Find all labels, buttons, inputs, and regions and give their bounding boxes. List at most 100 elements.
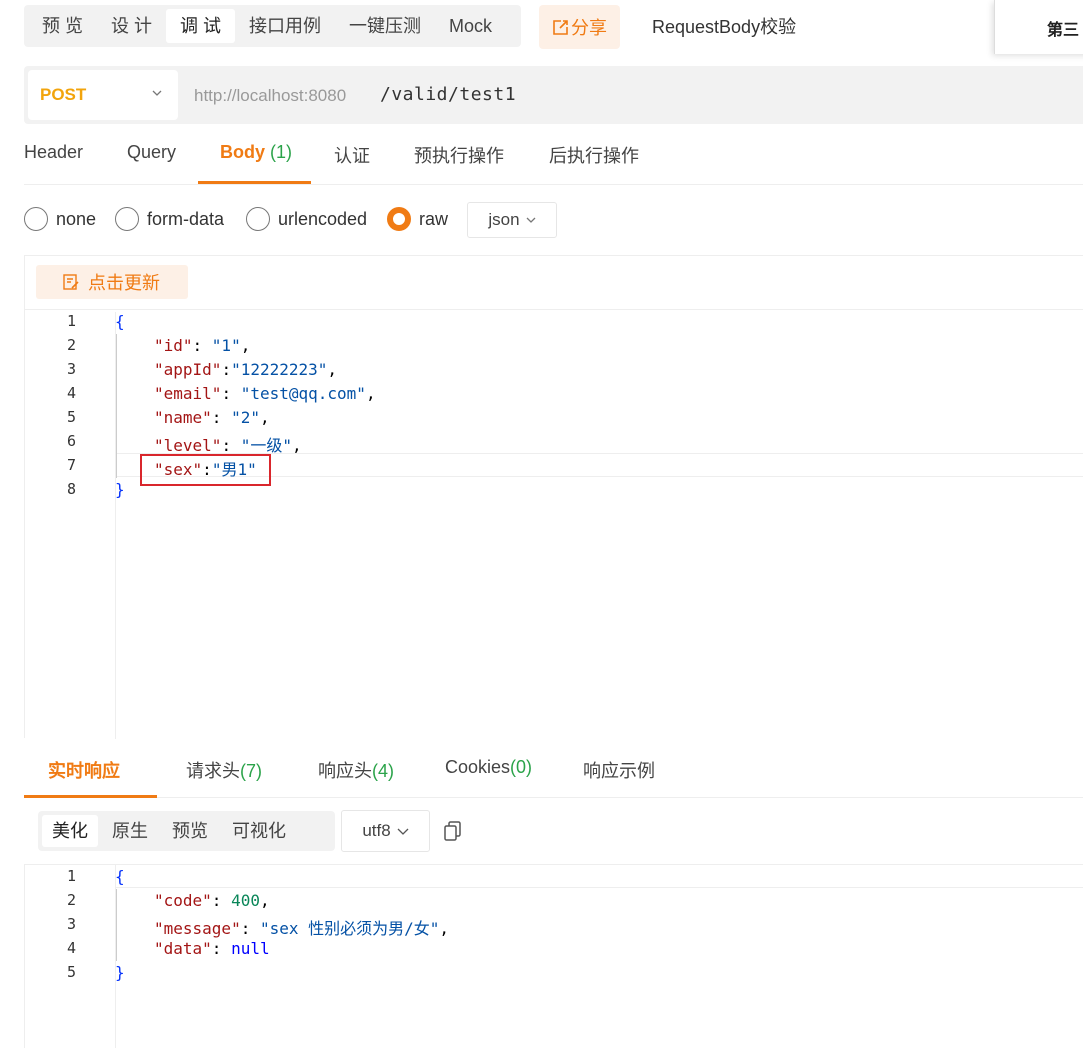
line-number: 1 xyxy=(66,312,76,330)
tab-query[interactable]: Query xyxy=(127,142,176,163)
update-button[interactable]: 点击更新 xyxy=(36,265,188,299)
line-number: 8 xyxy=(66,480,76,498)
tab-count: (7) xyxy=(240,761,262,781)
radio-label: form-data xyxy=(147,208,225,229)
edit-document-icon xyxy=(63,274,79,290)
tab-design[interactable]: 设 计 xyxy=(97,9,166,43)
code-line: "message": "sex 性别必须为男/女", xyxy=(154,919,450,938)
tab-raw[interactable]: 原生 xyxy=(102,815,158,847)
radio-circle xyxy=(115,207,139,231)
tab-label: Cookies xyxy=(445,757,511,777)
method-select[interactable]: POST xyxy=(28,70,178,120)
request-name-field[interactable]: RequestBody校验 xyxy=(638,5,998,49)
radio-form-data[interactable]: form-data xyxy=(115,207,224,231)
top-bar: 预 览 设 计 调 试 接口用例 一键压测 Mock 分享 RequestBod… xyxy=(0,0,1083,58)
request-tabs: Header Query Body (1) 认证 预执行操作 后执行操作 xyxy=(24,130,1083,185)
tab-cookies[interactable]: Cookies(0) xyxy=(445,757,532,778)
tab-mock[interactable]: Mock xyxy=(435,9,506,43)
tab-visualize[interactable]: 可视化 xyxy=(222,815,296,847)
tab-label: 请求头 xyxy=(186,761,240,781)
editor-divider xyxy=(25,309,1083,310)
tab-pretty[interactable]: 美化 xyxy=(42,815,98,847)
radio-none[interactable]: none xyxy=(24,207,96,231)
tab-request-headers[interactable]: 请求头(7) xyxy=(186,757,262,783)
line-number: 3 xyxy=(66,915,76,933)
radio-circle xyxy=(24,207,48,231)
chevron-down-icon xyxy=(526,217,536,223)
line-number: 6 xyxy=(66,432,76,450)
chevron-down-icon xyxy=(152,90,162,96)
tab-auth[interactable]: 认证 xyxy=(334,142,370,168)
radio-label: raw xyxy=(419,208,449,229)
tab-body-label: Body xyxy=(220,142,265,162)
tab-pre-script[interactable]: 预执行操作 xyxy=(414,142,504,168)
code-line: "name": "2", xyxy=(154,408,270,427)
active-tab-indicator xyxy=(24,795,157,798)
tab-body[interactable]: Body (1) xyxy=(220,142,292,163)
tab-header[interactable]: Header xyxy=(24,142,83,163)
code-line: "id": "1", xyxy=(154,336,251,355)
format-label: json xyxy=(488,210,520,229)
radio-circle-selected xyxy=(387,207,411,231)
code-line: { xyxy=(115,867,125,886)
tab-test-cases[interactable]: 接口用例 xyxy=(235,9,335,43)
code-line: "code": 400, xyxy=(154,891,270,910)
request-body-editor[interactable]: 点击更新 xyxy=(24,255,1083,739)
code-line: "email": "test@qq.com", xyxy=(154,384,376,403)
indent-guide xyxy=(116,334,117,478)
line-number: 1 xyxy=(66,867,76,885)
floating-panel-title: 第三 xyxy=(1047,22,1080,39)
indent-guide xyxy=(116,889,117,961)
line-number: 4 xyxy=(66,384,76,402)
radio-label: urlencoded xyxy=(278,208,368,229)
code-line: "data": null xyxy=(154,939,270,958)
format-select[interactable]: json xyxy=(467,202,557,238)
radio-urlencoded[interactable]: urlencoded xyxy=(246,207,367,231)
tab-label: 响应头 xyxy=(318,761,372,781)
tab-post-script[interactable]: 后执行操作 xyxy=(549,142,639,168)
current-line-highlight xyxy=(116,864,1083,888)
tab-live-response[interactable]: 实时响应 xyxy=(48,757,120,783)
response-tabs: 实时响应 请求头(7) 响应头(4) Cookies(0) 响应示例 xyxy=(24,738,1083,798)
encoding-label: utf8 xyxy=(362,821,391,840)
line-number: 2 xyxy=(66,891,76,909)
encoding-select[interactable]: utf8 xyxy=(341,810,430,852)
tab-debug[interactable]: 调 试 xyxy=(166,9,236,43)
tab-response-example[interactable]: 响应示例 xyxy=(583,757,655,783)
code-line: } xyxy=(115,963,125,982)
highlight-box xyxy=(140,454,271,486)
share-icon xyxy=(553,19,568,35)
url-path-input[interactable]: /valid/test1 xyxy=(380,84,516,105)
chevron-down-icon xyxy=(397,828,409,835)
tab-preview[interactable]: 预览 xyxy=(162,815,218,847)
update-label: 点击更新 xyxy=(88,273,160,293)
line-number: 7 xyxy=(66,456,76,474)
tab-response-headers[interactable]: 响应头(4) xyxy=(318,757,394,783)
radio-raw[interactable]: raw xyxy=(387,207,448,231)
active-tab-indicator xyxy=(198,181,311,184)
tab-stress-test[interactable]: 一键压测 xyxy=(335,9,435,43)
share-button[interactable]: 分享 xyxy=(539,5,620,49)
line-number: 2 xyxy=(66,336,76,354)
code-line: "level": "一级", xyxy=(154,436,302,455)
view-mode-tabs: 美化 原生 预览 可视化 xyxy=(38,811,335,851)
url-bar: POST http://localhost:8080 /valid/test1 xyxy=(24,66,1083,124)
line-number: 3 xyxy=(66,360,76,378)
floating-panel: 第三 xyxy=(994,0,1083,54)
code-line: } xyxy=(115,480,125,499)
tab-body-count: (1) xyxy=(270,142,293,162)
tab-count: (0) xyxy=(510,757,533,777)
code-line: "appId":"12222223", xyxy=(154,360,338,379)
body-type-selector: none form-data urlencoded raw json xyxy=(24,200,724,240)
method-label: POST xyxy=(40,85,87,104)
line-number: 5 xyxy=(66,963,76,981)
url-host: http://localhost:8080 xyxy=(194,86,347,105)
line-number: 4 xyxy=(66,939,76,957)
radio-label: none xyxy=(56,208,97,229)
tab-count: (4) xyxy=(372,761,394,781)
line-number: 5 xyxy=(66,408,76,426)
code-line: { xyxy=(115,312,125,331)
tab-preview[interactable]: 预 览 xyxy=(28,9,97,43)
mode-tabs: 预 览 设 计 调 试 接口用例 一键压测 Mock xyxy=(24,5,521,47)
copy-icon[interactable] xyxy=(443,820,463,842)
